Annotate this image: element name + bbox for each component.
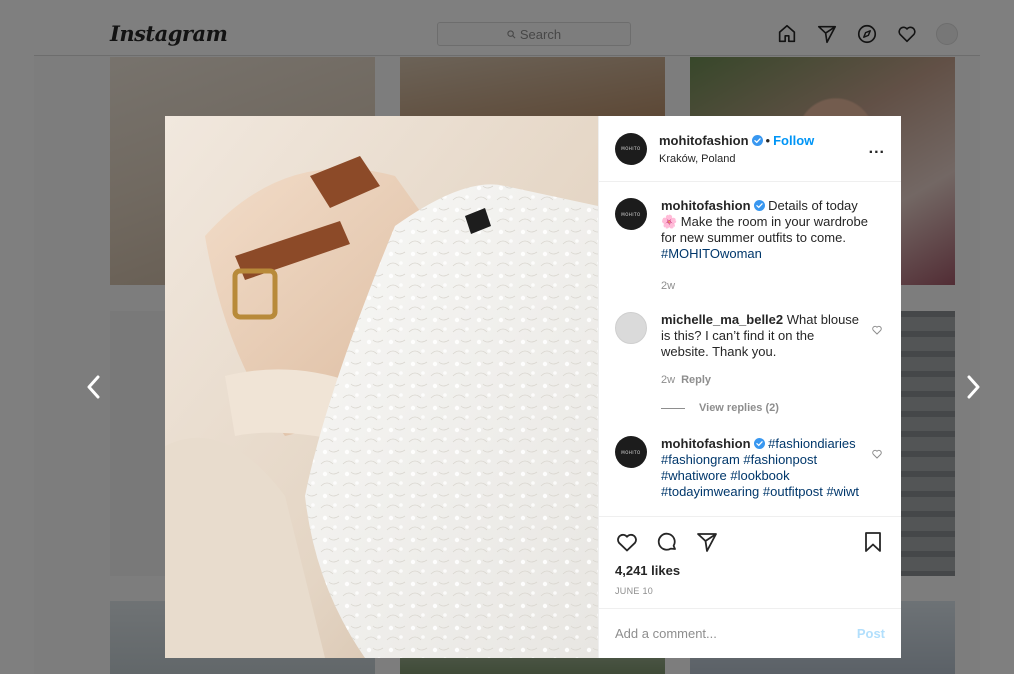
caption-avatar[interactable]: MOHITO [615, 198, 647, 230]
more-options-icon[interactable]: ... [869, 140, 885, 158]
like-heart-icon[interactable] [615, 530, 639, 554]
follow-button[interactable]: Follow [773, 133, 814, 148]
avatar-text: MOHITO [621, 211, 641, 217]
comment-item: michelle_ma_belle2 What blouse is this? … [615, 312, 885, 388]
comment-username[interactable]: mohitofashion [661, 436, 751, 451]
comment-time: 2w [661, 374, 676, 386]
author-avatar[interactable]: MOHITO [615, 132, 647, 165]
verified-badge-icon [753, 200, 765, 211]
comment-username[interactable]: michelle_ma_belle2 [661, 312, 783, 327]
previous-post-button[interactable] [84, 372, 104, 402]
commenter-avatar[interactable]: MOHITO [615, 436, 647, 468]
caption-username[interactable]: mohitofashion [661, 198, 751, 213]
post-photo[interactable] [165, 116, 598, 658]
post-sidebar: MOHITO mohitofashion • Follow Kraków, Pola… [598, 116, 901, 658]
comment-input[interactable] [615, 626, 857, 641]
post-location[interactable]: Kraków, Poland [659, 153, 869, 165]
comments-list: MOHITO mohitofashion Details of today 🌸 … [599, 182, 901, 516]
comment-like-heart-icon[interactable] [871, 448, 883, 460]
reply-button[interactable]: Reply [681, 374, 711, 386]
post-date: JUNE 10 [615, 586, 654, 596]
author-username[interactable]: mohitofashion [659, 133, 749, 148]
post-comment-button[interactable]: Post [857, 626, 885, 641]
caption-hashtag[interactable]: #MOHITOwoman [661, 246, 762, 261]
verified-badge-icon [753, 438, 765, 449]
post-actions: 4,241 likes JUNE 10 [599, 516, 901, 608]
verified-badge-icon [751, 135, 763, 146]
add-comment-form: Post [599, 608, 901, 658]
view-replies-label: View replies (2) [699, 402, 779, 414]
commenter-avatar[interactable] [615, 312, 647, 344]
comment-like-heart-icon[interactable] [871, 324, 883, 336]
post-modal: MOHITO mohitofashion • Follow Kraków, Pola… [165, 116, 901, 658]
instagram-window: Instagram Search [0, 0, 1014, 674]
separator-dot: • [765, 133, 771, 148]
comment-item: MOHITO mohitofashion #fashiondiaries #fa… [615, 436, 885, 500]
comment-bubble-icon[interactable] [655, 530, 679, 554]
caption-comment: MOHITO mohitofashion Details of today 🌸 … [615, 198, 885, 294]
chevron-left-icon [87, 375, 100, 399]
caption-body: mohitofashion Details of today 🌸 Make th… [661, 198, 871, 294]
post-header: MOHITO mohitofashion • Follow Kraków, Pola… [599, 116, 901, 182]
view-replies-button[interactable]: View replies (2) [661, 402, 885, 414]
next-post-button[interactable] [963, 372, 983, 402]
chevron-right-icon [967, 375, 980, 399]
author-info: mohitofashion • Follow Kraków, Poland [659, 132, 869, 165]
caption-time: 2w [661, 280, 676, 292]
share-direct-icon[interactable] [695, 530, 719, 554]
action-bar [615, 525, 885, 559]
comment-meta: 2w Reply [661, 372, 861, 388]
likes-count[interactable]: 4,241 likes [615, 563, 885, 578]
bookmark-icon[interactable] [861, 530, 885, 554]
avatar-text: MOHITO [621, 146, 641, 151]
avatar-text: MOHITO [621, 449, 641, 455]
replies-divider [661, 407, 685, 409]
comment-body: michelle_ma_belle2 What blouse is this? … [661, 312, 861, 388]
post-photo-graphic [165, 116, 598, 658]
comment-body: mohitofashion #fashiondiaries #fashiongr… [661, 436, 861, 500]
